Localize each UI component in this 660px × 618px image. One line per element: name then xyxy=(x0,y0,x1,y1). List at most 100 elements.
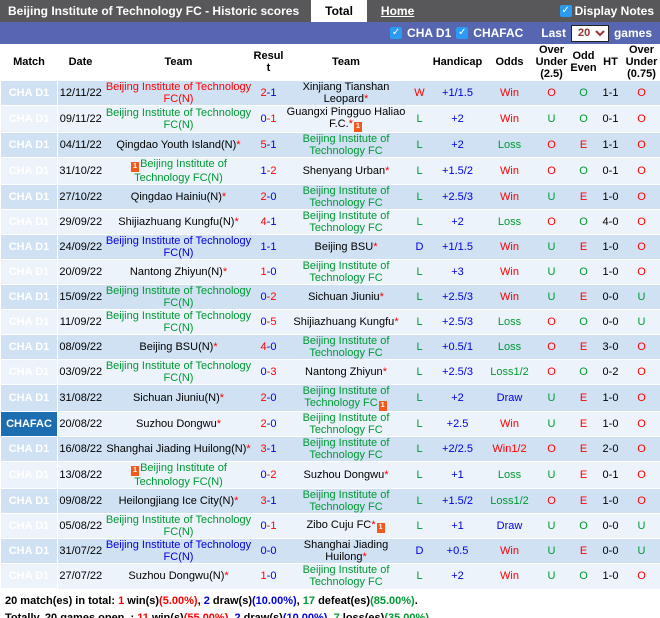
team-name: Beijing Institute of Technology FC xyxy=(302,437,390,462)
table-row: CHAFAC 20/08/22 Suzhou Dongwu* 2-0 Beijing I… xyxy=(0,411,660,437)
team-name: Beijing Institute of Technology FC xyxy=(302,489,390,514)
half-time-score: 0-0 xyxy=(598,513,623,539)
opponent-star: * xyxy=(222,266,228,278)
half-time-score: 3-0 xyxy=(598,334,623,360)
summary-segment: (5.00%) xyxy=(159,595,198,607)
odd-even: E xyxy=(568,436,599,462)
over-under-25: U xyxy=(534,384,569,412)
full-time-score: 0-1 xyxy=(253,513,284,539)
half-time-score: 1-0 xyxy=(598,234,623,260)
summary-segment: win(s) xyxy=(148,612,184,618)
opponent-star: * xyxy=(234,495,239,507)
checkbox-checked-icon[interactable]: ✓ xyxy=(559,5,572,17)
home-team: Qingdao Hainiu(N)* xyxy=(103,184,254,210)
match-date: 27/07/22 xyxy=(57,563,104,589)
team-name: Heilongjiang Ice City(N) xyxy=(118,495,235,507)
full-time-score: 1-0 xyxy=(253,563,284,589)
odd-even: O xyxy=(568,209,599,235)
summary-segment: (10.00%) xyxy=(282,612,328,618)
tab-home[interactable]: Home xyxy=(367,0,428,22)
table-row: CHA D1 27/07/22 Suzhou Dongwu(N)* 1-0 Beijin… xyxy=(0,563,660,589)
games-count-select[interactable]: 20 xyxy=(570,24,609,42)
table-row: CHA D1 03/09/22 Beijing Institute of Techn… xyxy=(0,359,660,385)
team-name: Beijing Institute of Technology FC(N) xyxy=(105,285,252,310)
card-icon: 1 xyxy=(131,466,140,476)
table-row: CHA D1 31/07/22 Beijing Institute of Techn… xyxy=(0,538,660,564)
match-date: 03/09/22 xyxy=(57,359,104,385)
over-under-25: U xyxy=(534,538,569,564)
col-date: Date xyxy=(57,44,104,81)
away-goals: -2 xyxy=(266,165,277,177)
league-badge: CHA D1 xyxy=(0,513,58,539)
over-under-25: O xyxy=(534,359,569,385)
team-name: Shanghai Jiading Huilong xyxy=(303,539,389,564)
league-badge: CHA D1 xyxy=(0,105,58,133)
odd-even: O xyxy=(568,563,599,589)
result-letter: L xyxy=(408,513,431,539)
result-letter: D xyxy=(408,234,431,260)
full-time-score: 0-1 xyxy=(253,105,284,133)
table-row: CHA D1 11/09/22 Beijing Institute of Techn… xyxy=(0,309,660,335)
team-name: Beijing Institute of Technology FC(N) xyxy=(105,360,252,385)
away-team: Beijing Institute of Technology FC xyxy=(283,436,409,462)
col-odd-even: Odd Even xyxy=(568,44,599,81)
opponent-star: * xyxy=(385,165,390,177)
team-name: Qingdao Youth Island(N) xyxy=(116,139,237,151)
col-over-under-25: Over Under (2.5) xyxy=(534,44,569,81)
away-goals: -0 xyxy=(266,570,277,583)
away-team: Suzhou Dongwu* xyxy=(283,461,409,489)
over-under-25: O xyxy=(534,488,569,514)
over-under-075: O xyxy=(622,105,660,133)
match-date: 31/08/22 xyxy=(57,384,104,412)
team-name: Guangxi Pingguo Haliao F.C. xyxy=(286,106,406,131)
table-row: CHA D1 05/08/22 Beijing Institute of Techn… xyxy=(0,513,660,539)
table-row: CHA D1 08/09/22 Beijing BSU(N)* 4-0 Beijing … xyxy=(0,334,660,360)
summary-segment: (10.00%) xyxy=(252,595,297,607)
table-row: CHA D1 16/08/22 Shanghai Jiading Huilong(N… xyxy=(0,436,660,462)
away-goals: -2 xyxy=(266,469,277,481)
over-under-075: O xyxy=(622,411,660,437)
last-label: Last xyxy=(541,26,566,40)
display-notes-toggle: ✓ Display Notes xyxy=(559,0,660,22)
away-goals: -1 xyxy=(266,443,277,455)
half-time-score: 0-1 xyxy=(598,461,623,489)
odds-result: Win xyxy=(484,234,535,260)
odds-result: Win1/2 xyxy=(484,436,535,462)
opponent-star: * xyxy=(382,366,387,378)
match-date: 12/11/22 xyxy=(57,80,104,106)
full-time-score: 4-1 xyxy=(253,209,284,235)
opponent-star: * xyxy=(348,118,353,130)
over-under-075: U xyxy=(622,284,660,310)
historic-scores-table: Match Date Team Result Team Handicap Odd… xyxy=(0,44,660,589)
match-date: 20/08/22 xyxy=(57,411,104,437)
col-over-under-075: Over Under (0.75) xyxy=(622,44,660,81)
half-time-score: 0-1 xyxy=(598,157,623,185)
full-time-score: 0-5 xyxy=(253,309,284,335)
away-team: Shanghai Jiading Huilong* xyxy=(283,538,409,564)
filter-bar: ✓ CHA D1 ✓ CHAFAC Last 20 games xyxy=(0,22,660,44)
match-date: 24/09/22 xyxy=(57,234,104,260)
team-name: Beijing Institute of Technology FC(N) xyxy=(105,81,252,106)
half-time-score: 0-2 xyxy=(598,359,623,385)
over-under-075: O xyxy=(622,488,660,514)
odd-even: O xyxy=(568,513,599,539)
checkbox-checked-icon[interactable]: ✓ xyxy=(390,27,403,39)
handicap-value: +1.5/2 xyxy=(430,157,485,185)
half-time-score: 4-0 xyxy=(598,209,623,235)
full-time-score: 1-2 xyxy=(253,157,284,185)
handicap-value: +2 xyxy=(430,132,485,158)
away-goals: -1 xyxy=(266,139,277,151)
team-name: Beijing Institute of Technology FC(N) xyxy=(105,107,252,131)
tab-group: Total Home xyxy=(311,0,428,22)
away-goals: -3 xyxy=(266,366,277,378)
away-goals: -1 xyxy=(266,241,277,253)
tab-total[interactable]: Total xyxy=(311,0,367,22)
half-time-score: 0-0 xyxy=(598,284,623,310)
home-team: Beijing Institute of Technology FC(N) xyxy=(103,359,254,385)
away-team: Beijing Institute of Technology FC xyxy=(283,411,409,437)
checkbox-checked-icon[interactable]: ✓ xyxy=(456,27,469,39)
odd-even: O xyxy=(568,259,599,285)
summary-segment: (55.00%) xyxy=(183,612,229,618)
over-under-075: O xyxy=(622,436,660,462)
full-time-score: 0-2 xyxy=(253,284,284,310)
